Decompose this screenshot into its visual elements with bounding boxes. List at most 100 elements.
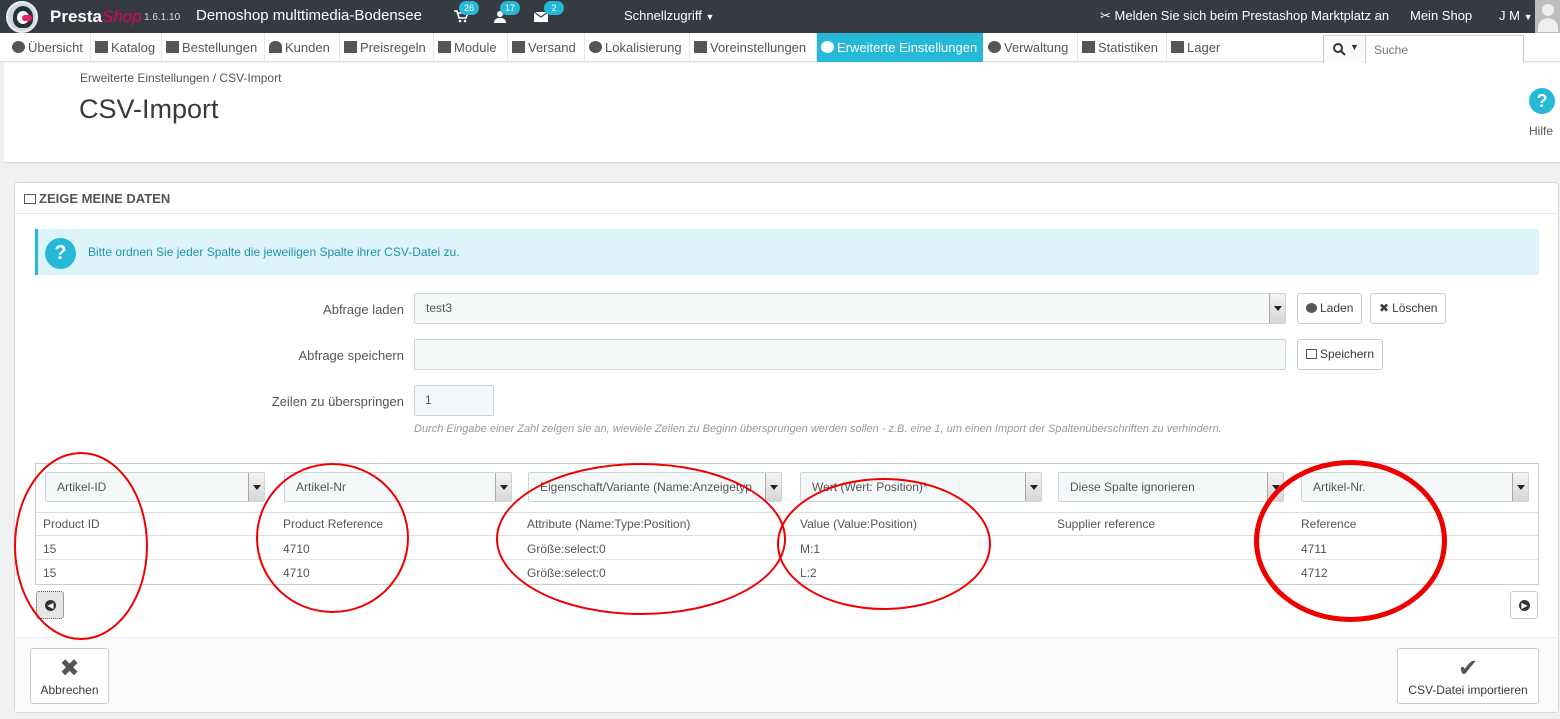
puzzle-icon — [438, 41, 451, 53]
nav-item-catalog[interactable]: Katalog — [91, 33, 162, 62]
caret-down-icon: ▼ — [705, 12, 715, 22]
column-header: Reference — [1301, 517, 1357, 531]
help-link[interactable]: Hilfe — [1529, 124, 1553, 138]
load-query-select[interactable]: test3 — [414, 293, 1286, 324]
bar-chart-icon — [1082, 41, 1095, 53]
nav-item-localization[interactable]: Lokalisierung — [585, 33, 690, 62]
close-icon: ✖ — [59, 655, 80, 682]
list-icon — [24, 194, 36, 204]
table-cell: M:1 — [800, 542, 821, 556]
chevron-right-icon: ▶ — [1519, 600, 1530, 611]
divider — [14, 213, 1559, 214]
table-cell: Größe:select:0 — [527, 542, 606, 556]
globe-icon — [589, 41, 602, 53]
nav-item-modules[interactable]: Module — [434, 33, 508, 62]
check-icon: ✔ — [1457, 655, 1479, 682]
page-title: CSV-Import — [79, 94, 219, 124]
nav-item-shipping[interactable]: Versand — [508, 33, 585, 62]
customers-badge: 17 — [500, 1, 520, 15]
load-button[interactable]: Laden — [1297, 293, 1363, 324]
user-avatar[interactable] — [1535, 0, 1560, 33]
panel-footer — [15, 638, 1558, 712]
save-button[interactable]: Speichern — [1297, 339, 1384, 370]
question-icon[interactable]: ? — [1529, 88, 1555, 114]
floppy-icon — [1306, 349, 1317, 359]
save-query-label: Abfrage speichern — [298, 348, 404, 363]
delete-button[interactable]: ✖ Löschen — [1370, 293, 1447, 324]
brand-name[interactable]: PrestaShop — [50, 7, 142, 27]
column-select-5[interactable]: Diese Spalte ignorieren — [1058, 472, 1284, 502]
dashboard-icon — [12, 41, 25, 53]
nav-item-overview[interactable]: Übersicht — [8, 33, 91, 62]
skip-rows-label: Zeilen zu überspringen — [271, 394, 404, 409]
column-header: Value (Value:Position) — [800, 517, 917, 531]
question-icon: ? — [45, 238, 76, 269]
cogs-icon — [1306, 303, 1317, 313]
column-select-6[interactable]: Artikel-Nr. — [1301, 472, 1529, 502]
my-shop-link[interactable]: Mein Shop — [1410, 8, 1472, 23]
cogs-icon — [821, 41, 834, 53]
marketplace-link[interactable]: ✂ Melden Sie sich beim Prestashop Marktp… — [1100, 8, 1389, 24]
wrench-icon — [694, 41, 707, 53]
table-cell: Größe:select:0 — [527, 566, 606, 580]
search-type-button[interactable]: ▼ — [1324, 36, 1366, 63]
nav-item-customers[interactable]: Kunden — [265, 33, 340, 62]
nav-item-price-rules[interactable]: Preisregeln — [340, 33, 434, 62]
prestashop-logo[interactable] — [6, 1, 38, 33]
users-icon — [269, 41, 282, 53]
column-select-1[interactable]: Artikel-ID — [45, 472, 265, 502]
messages-badge: 2 — [544, 1, 564, 15]
skip-rows-hint: Durch Eingabe einer Zahl zeigen sie an, … — [414, 423, 1222, 435]
table-cell: 15 — [43, 566, 57, 580]
quick-access-dropdown[interactable]: Schnellzugriff ▼ — [624, 8, 714, 23]
panel-heading: ZEIGE MEINE DATEN — [24, 191, 170, 206]
column-header: Supplier reference — [1057, 517, 1156, 531]
load-query-label: Abfrage laden — [323, 302, 404, 317]
nav-item-stock[interactable]: Lager — [1167, 33, 1227, 62]
book-icon — [95, 41, 108, 53]
search-box: ▼ — [1323, 35, 1524, 64]
gear-icon — [988, 41, 1001, 53]
column-select-2[interactable]: Artikel-Nr — [284, 472, 512, 502]
skip-rows-input[interactable]: 1 — [414, 385, 494, 416]
version-label: 1.6.1.10 — [144, 12, 181, 23]
breadcrumb[interactable]: Erweiterte Einstellungen / CSV-Import — [80, 71, 281, 85]
column-header: Product ID — [43, 517, 100, 531]
nav-item-administration[interactable]: Verwaltung — [984, 33, 1078, 62]
next-columns-button[interactable]: ▶ — [1510, 591, 1538, 619]
table-cell: 4712 — [1301, 566, 1328, 580]
import-csv-button[interactable]: ✔ CSV-Datei importieren — [1397, 648, 1539, 704]
alert-text: Bitte ordnen Sie jeder Spalte die jeweil… — [88, 245, 460, 259]
column-select-4[interactable]: Wert (Wert: Position)* — [800, 472, 1042, 502]
caret-down-icon: ▼ — [1350, 42, 1359, 52]
search-input[interactable] — [1368, 37, 1518, 62]
credit-card-icon — [166, 41, 179, 53]
column-select-3[interactable]: Eigenschaft/Variante (Name:Anzeigetyp — [528, 472, 782, 502]
tags-icon — [344, 41, 357, 53]
shop-name-link[interactable]: Demoshop multtimedia-Bodensee — [196, 7, 422, 24]
top-bar: PrestaShop 1.6.1.10 Demoshop multtimedia… — [0, 0, 1560, 33]
orders-badge: 26 — [459, 1, 479, 15]
table-cell: L:2 — [800, 566, 817, 580]
puzzle-icon: ✂ — [1100, 8, 1111, 23]
chevron-left-icon: ◀ — [45, 600, 56, 611]
nav-item-orders[interactable]: Bestellungen — [162, 33, 265, 62]
table-cell: 15 — [43, 542, 57, 556]
cancel-button[interactable]: ✖ Abbrechen — [30, 648, 109, 704]
column-header: Attribute (Name:Type:Position) — [527, 517, 691, 531]
close-icon: ✖ — [1379, 301, 1390, 315]
user-menu[interactable]: J M ▼ — [1499, 8, 1533, 23]
archive-icon — [1171, 41, 1184, 53]
table-cell: 4711 — [1301, 542, 1327, 556]
nav-item-preferences[interactable]: Voreinstellungen — [690, 33, 817, 62]
save-query-input[interactable] — [414, 339, 1286, 370]
nav-item-statistics[interactable]: Statistiken — [1078, 33, 1167, 62]
search-icon — [1333, 43, 1346, 56]
table-cell: 4710 — [283, 542, 310, 556]
previous-columns-button[interactable]: ◀ — [36, 591, 64, 619]
nav-item-advanced-settings[interactable]: Erweiterte Einstellungen — [817, 33, 983, 62]
column-header: Product Reference — [283, 517, 384, 531]
caret-down-icon: ▼ — [1523, 12, 1533, 22]
truck-icon — [512, 41, 525, 53]
table-cell: 4710 — [283, 566, 310, 580]
